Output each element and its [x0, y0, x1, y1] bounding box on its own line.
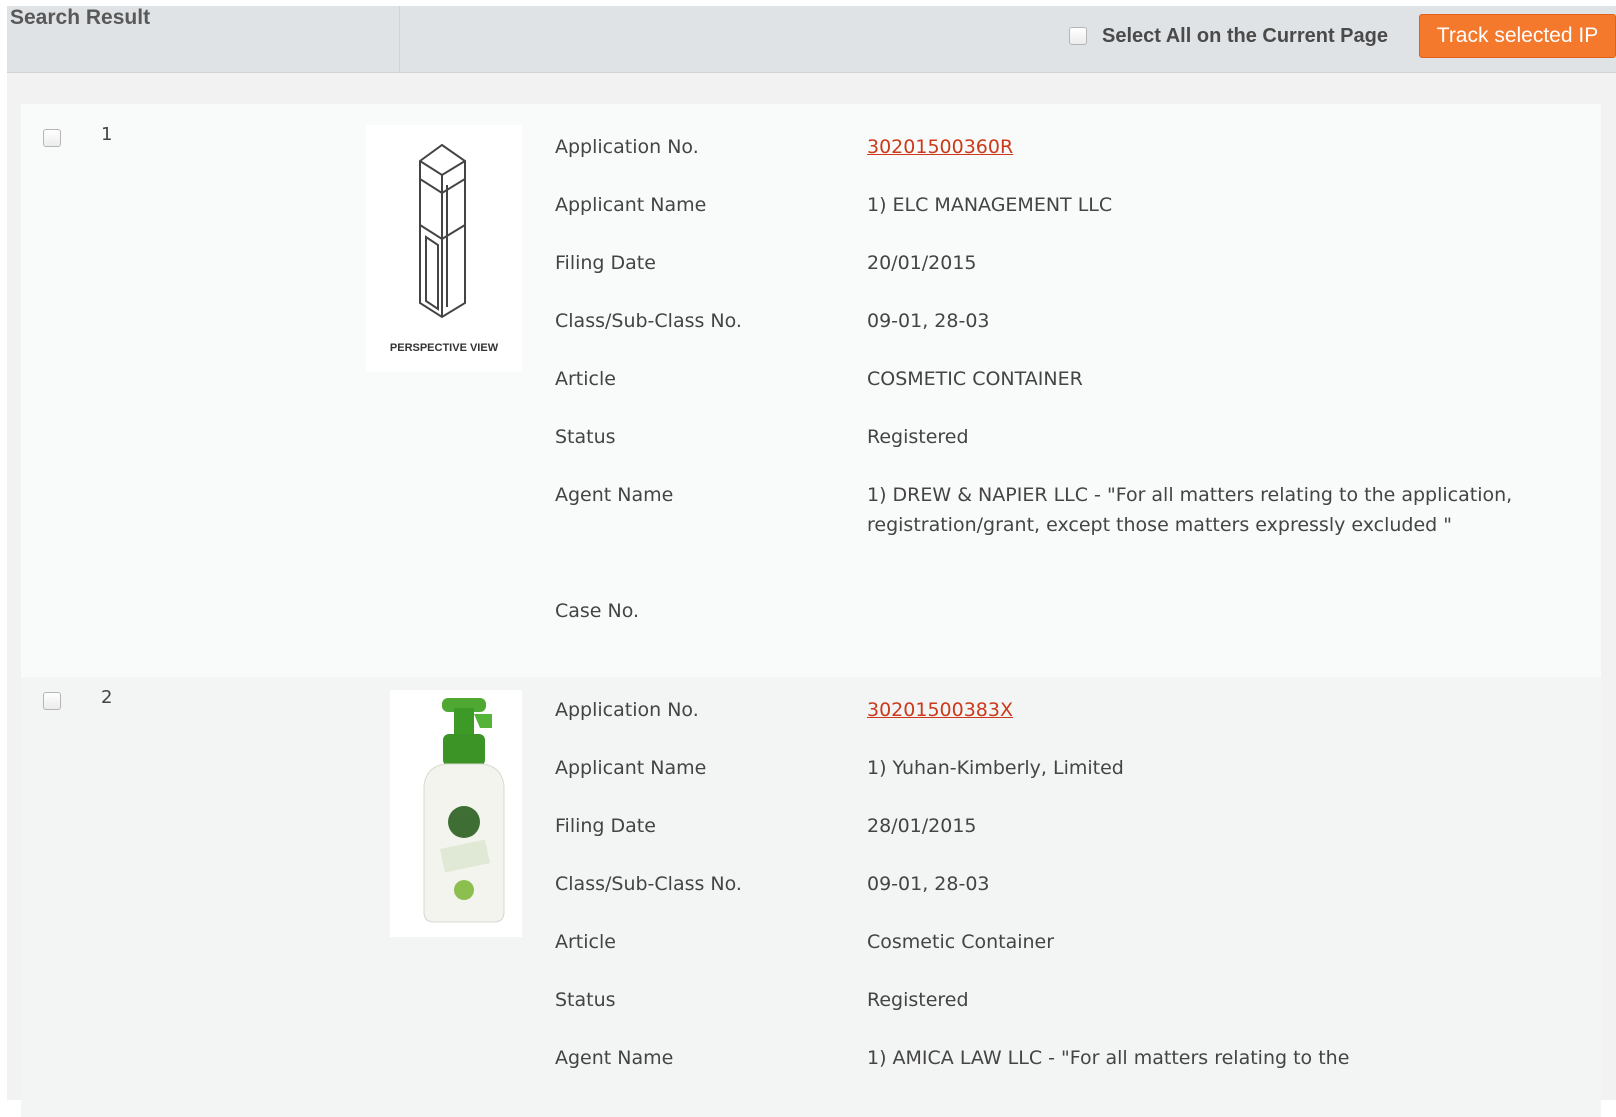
applicant-name-value: 1) ELC MANAGEMENT LLC [867, 194, 1113, 216]
label-status: Status [555, 989, 616, 1011]
label-applicant-name: Applicant Name [555, 194, 707, 216]
image-caption: PERSPECTIVE VIEW [390, 342, 499, 354]
label-filing-date: Filing Date [555, 815, 656, 837]
label-case-no: Case No. [555, 600, 640, 622]
filing-date-value: 28/01/2015 [867, 815, 977, 837]
label-filing-date: Filing Date [555, 252, 656, 274]
result-index: 1 [101, 124, 113, 145]
article-value: COSMETIC CONTAINER [867, 368, 1083, 390]
filing-date-value: 20/01/2015 [867, 252, 977, 274]
result-index: 2 [101, 687, 113, 708]
label-application-no: Application No. [555, 699, 699, 721]
article-value: Cosmetic Container [867, 931, 1055, 953]
label-agent-name: Agent Name [555, 1047, 674, 1069]
application-no-value[interactable]: 30201500360R [867, 136, 1013, 158]
result-checkbox[interactable] [43, 692, 61, 710]
select-all-checkbox[interactable] [1069, 27, 1087, 45]
header-divider [399, 6, 400, 72]
status-value: Registered [867, 426, 969, 448]
application-number-link[interactable]: 30201500383X [867, 695, 1557, 725]
application-number-link[interactable]: 30201500360R [867, 132, 1557, 162]
container-line-drawing: PERSPECTIVE VIEW [390, 143, 499, 354]
track-selected-ip-button[interactable]: Track selected IP [1419, 14, 1616, 58]
label-class-no: Class/Sub-Class No. [555, 873, 742, 895]
class-no-value: 09-01, 28-03 [867, 310, 990, 332]
search-result-panel: Search Result Select All on the Current … [7, 6, 1616, 1117]
result-item: 1 PERSPECTIVE VIEW Application No. 30201… [21, 104, 1601, 677]
application-no-value[interactable]: 30201500383X [867, 699, 1013, 721]
status-value: Registered [867, 989, 969, 1011]
label-agent-name: Agent Name [555, 484, 674, 506]
label-article: Article [555, 931, 616, 953]
design-thumbnail[interactable]: PERSPECTIVE VIEW [366, 125, 522, 372]
design-thumbnail[interactable] [390, 690, 522, 937]
label-status: Status [555, 426, 616, 448]
applicant-name-value: 1) Yuhan-Kimberly, Limited [867, 757, 1124, 779]
label-article: Article [555, 368, 616, 390]
agent-name-value: 1) AMICA LAW LLC - "For all matters rela… [867, 1047, 1350, 1069]
select-all-control[interactable]: Select All on the Current Page [1069, 22, 1388, 50]
label-application-no: Application No. [555, 136, 699, 158]
class-no-value: 09-01, 28-03 [867, 873, 990, 895]
result-item: 2 Application No. 30201500383X Applicant… [21, 677, 1601, 1117]
label-applicant-name: Applicant Name [555, 757, 707, 779]
agent-name-value: 1) DREW & NAPIER LLC - "For all matters … [867, 484, 1513, 536]
result-checkbox[interactable] [43, 129, 61, 147]
label-class-no: Class/Sub-Class No. [555, 310, 742, 332]
pump-bottle-photo [423, 698, 505, 923]
select-all-label[interactable]: Select All on the Current Page [1102, 25, 1388, 48]
page-title: Search Result [10, 6, 151, 29]
results-header: Search Result Select All on the Current … [7, 6, 1616, 73]
